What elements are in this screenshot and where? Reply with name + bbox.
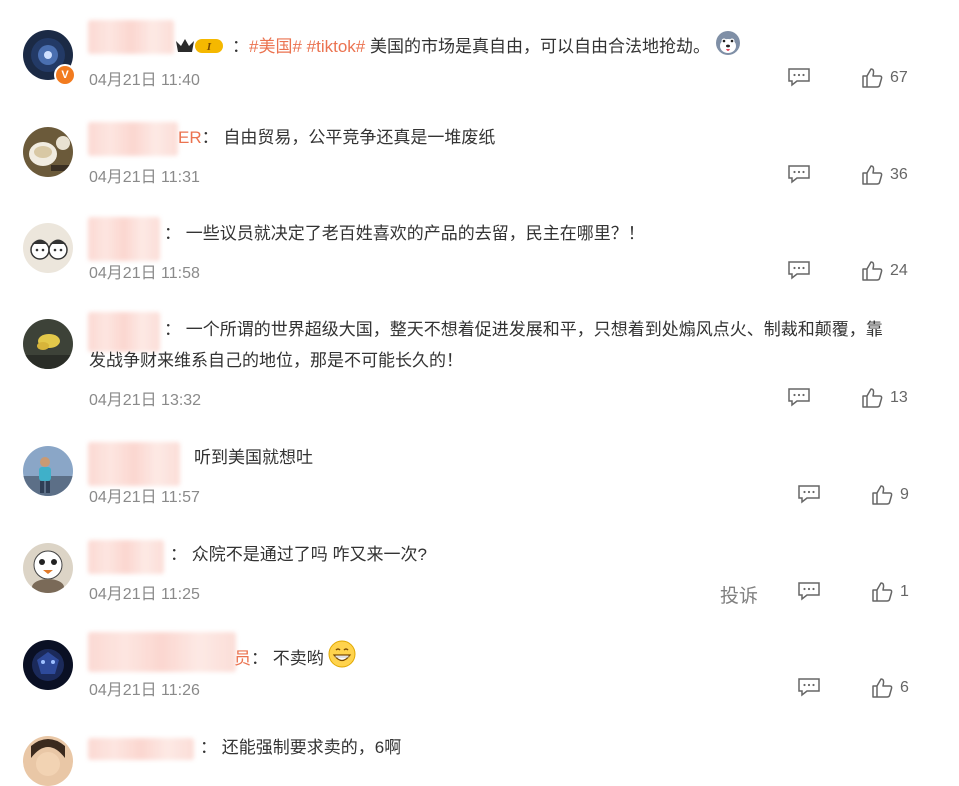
report-link[interactable]: 投诉 [720, 581, 758, 608]
comment-colon: ： [251, 649, 268, 668]
comment-text: 不卖哟 [272, 649, 324, 668]
comment-text: 还能强制要求卖的，6啊 [221, 738, 402, 757]
like-count: 9 [900, 486, 909, 503]
comment-time: 04月21日 11:58 [89, 265, 200, 282]
like-icon[interactable] [871, 484, 893, 506]
username-redacted[interactable] [88, 540, 164, 574]
verified-badge: V [54, 64, 76, 86]
comment-text: 众院不是通过了吗 咋又来一次? [191, 545, 427, 564]
comment-time: 04月21日 11:40 [89, 72, 200, 89]
svg-text:I: I [206, 41, 212, 53]
reply-icon[interactable] [787, 387, 811, 407]
comment-colon: ： [164, 320, 181, 339]
username-redacted[interactable] [88, 122, 178, 156]
like-count: 6 [900, 679, 909, 696]
avatar[interactable] [23, 640, 73, 690]
reply-icon[interactable] [797, 677, 821, 697]
like-icon[interactable] [861, 387, 883, 409]
like-count: 13 [890, 389, 908, 406]
reply-icon[interactable] [787, 260, 811, 280]
avatar[interactable] [23, 127, 73, 177]
comment-colon: ： [170, 545, 187, 564]
comment-content: ER： 自由贸易，公平竞争还真是一堆废纸 [178, 126, 495, 150]
comment-time: 04月21日 11:57 [89, 489, 200, 506]
comment-content: ： 一个所谓的世界超级大国，整天不想着促进发展和平，只想着到处煽风点火、制裁和颠… [164, 318, 883, 342]
username-redacted[interactable] [88, 442, 180, 486]
comment-content: ： 众院不是通过了吗 咋又来一次? [170, 543, 427, 567]
comment-time: 04月21日 13:32 [89, 392, 202, 409]
username-tail[interactable]: ER [178, 128, 202, 147]
like-count: 36 [890, 166, 908, 183]
comment-content: ： 还能强制要求卖的，6啊 [200, 736, 401, 760]
like-count: 1 [900, 583, 909, 600]
comment-colon: ： [164, 224, 181, 243]
like-icon[interactable] [871, 677, 893, 699]
like-icon[interactable] [861, 67, 883, 89]
reply-icon[interactable] [787, 67, 811, 87]
reply-icon[interactable] [797, 581, 821, 601]
topic-link[interactable]: #美国# [249, 37, 302, 56]
topic-link[interactable]: #tiktok# [307, 37, 366, 56]
avatar[interactable] [23, 319, 73, 369]
comment-text: 自由贸易，公平竞争还真是一堆废纸 [223, 128, 496, 147]
comment-time: 04月21日 11:25 [89, 586, 200, 603]
username-redacted[interactable] [88, 312, 160, 352]
comment-content: ：#美国# #tiktok# 美国的市场是真自由，可以自由合法地抢劫。 [232, 30, 741, 59]
avatar[interactable] [23, 446, 73, 496]
husky-emoji-icon [715, 31, 740, 55]
username-redacted[interactable] [88, 217, 160, 261]
username-redacted[interactable] [88, 738, 194, 760]
like-icon[interactable] [861, 164, 883, 186]
like-icon[interactable] [861, 260, 883, 282]
comment-content: 听到美国就想吐 [194, 446, 313, 470]
reply-icon[interactable] [797, 484, 821, 504]
avatar[interactable] [23, 736, 73, 786]
crown-level-badge-icon: I [176, 39, 223, 53]
username-tail[interactable]: 员 [234, 649, 251, 668]
username-redacted[interactable] [88, 20, 174, 54]
comment-content: 员： 不卖哟 [234, 640, 356, 671]
reply-icon[interactable] [787, 164, 811, 184]
comment-content: ： 一些议员就决定了老百姓喜欢的产品的去留，民主在哪里？！ [164, 222, 645, 246]
avatar[interactable] [23, 223, 73, 273]
grin-emoji-icon [328, 640, 356, 668]
like-icon[interactable] [871, 581, 893, 603]
comment-text: 一个所谓的世界超级大国，整天不想着促进发展和平，只想着到处煽风点火、制裁和颠覆，… [185, 320, 883, 339]
like-count: 67 [890, 69, 908, 86]
comment-content-line2: 发战争财来维系自己的地位，那是不可能长久的！ [89, 351, 463, 370]
comment-colon: ： [201, 128, 219, 147]
like-count: 24 [890, 262, 908, 279]
username-redacted[interactable] [88, 632, 236, 672]
comment-time: 04月21日 11:26 [89, 682, 200, 699]
avatar[interactable] [23, 543, 73, 593]
comment-time: 04月21日 11:31 [89, 169, 200, 186]
comment-text: 听到美国就想吐 [194, 448, 313, 467]
comment-text: 一些议员就决定了老百姓喜欢的产品的去留，民主在哪里？！ [185, 224, 645, 243]
comment-text: 美国的市场是真自由，可以自由合法地抢劫。 [369, 37, 710, 56]
comment-colon: ： [232, 37, 249, 56]
comment-colon: ： [200, 738, 217, 757]
